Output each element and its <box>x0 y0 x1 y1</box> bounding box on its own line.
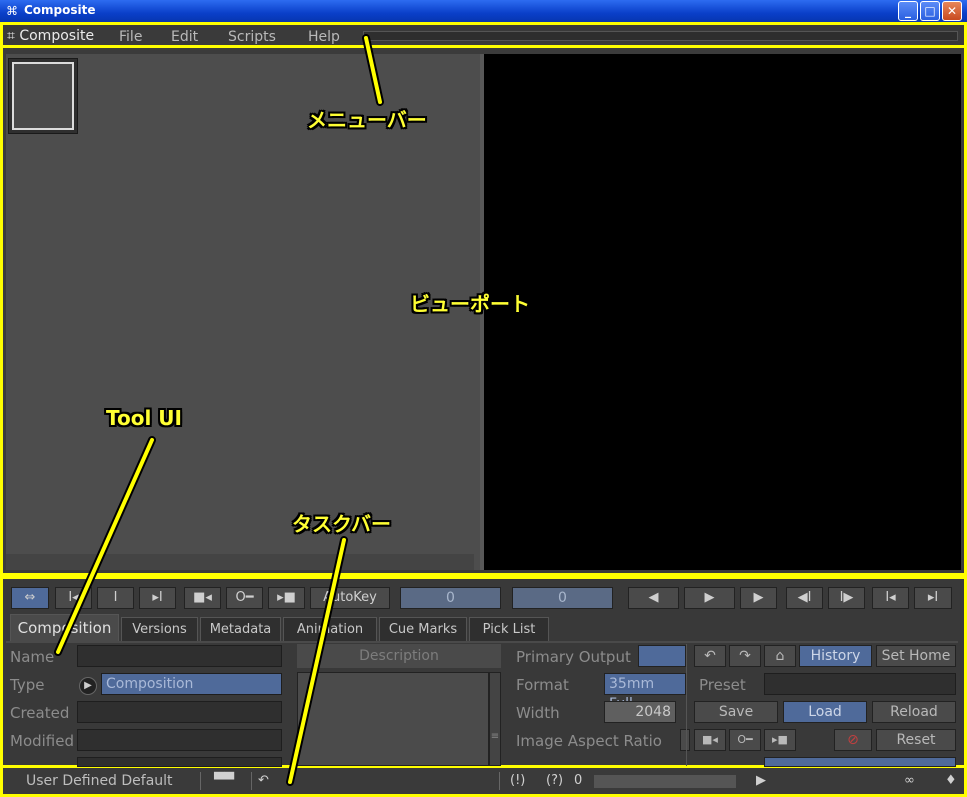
next-key-icon[interactable]: ▸■ <box>764 729 796 751</box>
separator <box>200 772 201 790</box>
play-icon[interactable]: ▶ <box>756 773 766 788</box>
node-thumbnail[interactable] <box>8 58 78 134</box>
description-header: Description <box>297 644 501 668</box>
panel-separator <box>686 644 687 766</box>
created-label: Created <box>10 704 70 722</box>
set-home-button[interactable]: Set Home <box>876 645 956 667</box>
name-label: Name <box>10 648 55 666</box>
annotation-taskbar: タスクバー <box>292 512 391 536</box>
help-icon[interactable]: (?) <box>546 773 563 788</box>
progress-bar <box>594 775 736 788</box>
undo-curve-icon[interactable]: ↶ <box>694 645 726 667</box>
separator <box>251 772 252 790</box>
rewind-icon[interactable]: I◂ <box>872 587 909 609</box>
primary-output-label: Primary Output <box>516 648 631 666</box>
preset-label: Preset <box>699 676 746 694</box>
history-button[interactable]: History <box>799 645 872 667</box>
step-back-icon[interactable]: ◀I <box>786 587 823 609</box>
format-field[interactable]: 35mm Full <box>604 673 686 712</box>
redo-curve-icon[interactable]: ↷ <box>729 645 761 667</box>
set-in-icon[interactable]: I <box>97 587 134 609</box>
layout-grid-icon[interactable]: ▀▀ <box>214 773 234 788</box>
go-start-icon[interactable]: I◂ <box>55 587 92 609</box>
save-button[interactable]: Save <box>694 701 778 723</box>
description-textarea[interactable] <box>297 672 489 766</box>
step-forward-icon[interactable]: I▶ <box>828 587 865 609</box>
aspect-ratio-label: Image Aspect Ratio <box>516 732 662 750</box>
annotation-menubar: メニューバー <box>307 108 427 132</box>
modified-field <box>77 729 282 751</box>
play-forward-icon[interactable]: ▶ <box>684 587 735 609</box>
type-field[interactable]: Composition <box>101 673 282 695</box>
preset-field[interactable] <box>764 673 956 695</box>
frame-start-field[interactable]: 0 <box>400 587 501 609</box>
undo-icon[interactable]: ↶ <box>258 773 269 788</box>
key-icon[interactable]: O━ <box>729 729 761 751</box>
bulb-icon[interactable]: ♦ <box>945 773 957 788</box>
glasses-icon[interactable]: ∞ <box>904 773 915 788</box>
name-field[interactable] <box>77 645 282 667</box>
maximize-button[interactable]: □ <box>920 1 940 21</box>
autokey-button[interactable]: AutoKey <box>310 587 390 609</box>
type-play-icon[interactable]: ▶ <box>79 677 97 695</box>
record-icon[interactable]: ⊘ <box>834 729 872 751</box>
tab-composition[interactable]: Composition <box>10 614 119 641</box>
aspect-ratio-field[interactable] <box>680 729 690 751</box>
minimize-button[interactable]: _ <box>898 1 918 21</box>
width-field[interactable]: 2048 <box>604 701 676 723</box>
next-key-icon[interactable]: ▸■ <box>268 587 305 609</box>
play-reverse-icon[interactable]: ◀ <box>628 587 679 609</box>
load-button[interactable]: Load <box>783 701 867 723</box>
layout-name[interactable]: User Defined Default <box>26 773 173 789</box>
width-label: Width <box>516 704 560 722</box>
link-toggle-button[interactable]: ⇔ <box>11 587 49 609</box>
annotation-viewport: ビューポート <box>410 292 530 316</box>
modified-label: Modified <box>10 732 75 750</box>
close-button[interactable]: ✕ <box>942 1 962 21</box>
fast-forward-icon[interactable]: ▸I <box>914 587 952 609</box>
title-bar: ⌘ Composite _ □ ✕ <box>0 0 967 22</box>
tab-animation[interactable]: Animation <box>283 617 377 641</box>
counter-value: 0 <box>574 773 583 788</box>
menu-bar: ⌗ Composite File Edit Scripts Help <box>0 22 967 48</box>
menu-edit[interactable]: Edit <box>171 29 198 45</box>
go-end-icon[interactable]: ▸I <box>139 587 176 609</box>
prev-key-icon[interactable]: ■◂ <box>694 729 726 751</box>
menu-scripts[interactable]: Scripts <box>228 29 276 45</box>
separator <box>499 772 500 790</box>
viewport-scrollbar[interactable] <box>6 554 474 570</box>
description-scrollbar[interactable]: ≡ <box>489 672 501 766</box>
format-label: Format <box>516 676 569 694</box>
type-label: Type <box>10 676 45 694</box>
prev-key-icon[interactable]: ■◂ <box>184 587 221 609</box>
window-title: Composite <box>24 3 96 17</box>
menu-strip <box>363 31 958 41</box>
primary-output-field[interactable] <box>638 645 686 667</box>
menu-help[interactable]: Help <box>308 29 340 45</box>
key-icon[interactable]: O━ <box>226 587 263 609</box>
tab-metadata[interactable]: Metadata <box>200 617 281 641</box>
tab-divider <box>6 641 958 643</box>
extra-field <box>77 757 282 767</box>
play-loop-icon[interactable]: ▶ <box>740 587 777 609</box>
brand-menu[interactable]: ⌗ Composite <box>7 28 94 44</box>
frame-current-field[interactable]: 0 <box>512 587 613 609</box>
lower-field[interactable] <box>764 757 956 767</box>
menu-file[interactable]: File <box>119 29 142 45</box>
home-icon[interactable]: ⌂ <box>764 645 796 667</box>
tab-pick-list[interactable]: Pick List <box>469 617 549 641</box>
tab-versions[interactable]: Versions <box>121 617 198 641</box>
right-viewport[interactable] <box>484 54 961 570</box>
created-field <box>77 701 282 723</box>
info-icon[interactable]: (!) <box>510 773 525 788</box>
reset-button[interactable]: Reset <box>876 729 956 751</box>
reload-button[interactable]: Reload <box>872 701 956 723</box>
app-icon: ⌘ <box>6 4 18 18</box>
tab-cue-marks[interactable]: Cue Marks <box>379 617 467 641</box>
annotation-toolui: Tool UI <box>106 406 182 430</box>
